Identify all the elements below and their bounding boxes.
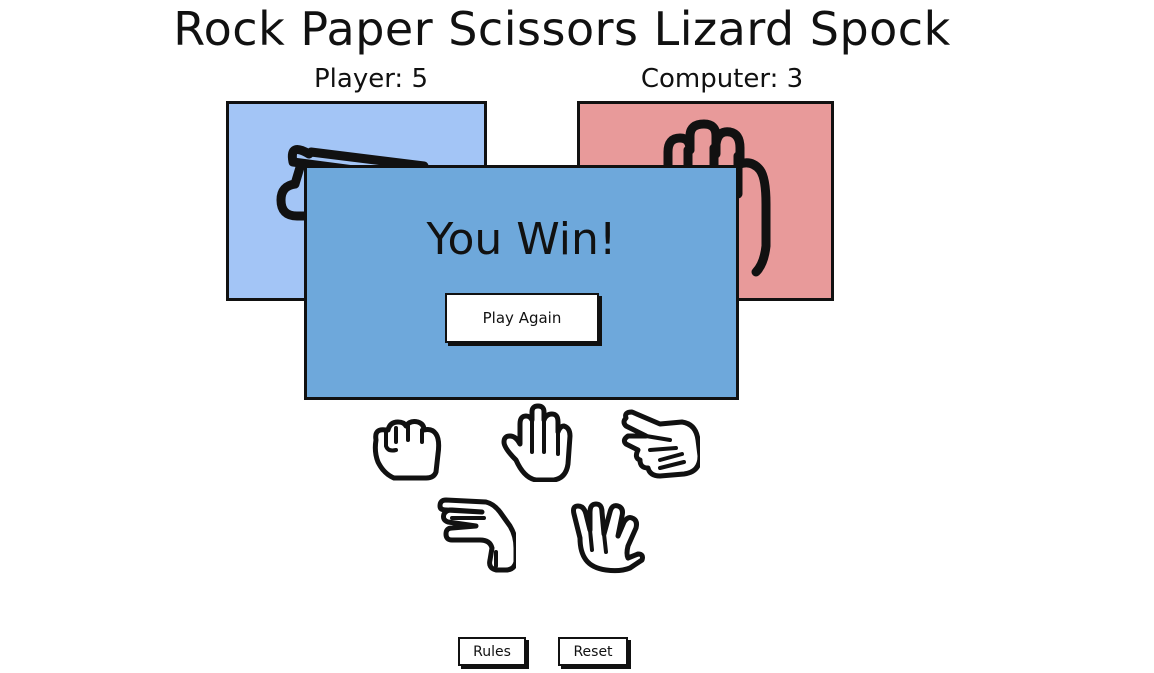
paper-hand-icon [501,403,573,482]
player-score: Player: 5 [313,64,429,94]
scissors-hand-icon [621,409,700,479]
choice-lizard[interactable] [436,496,516,576]
computer-score: Computer: 3 [640,64,804,94]
choice-scissors[interactable] [620,404,700,484]
result-message: You Win! [426,214,617,265]
result-dialog: You Win! Play Again [304,165,739,400]
choice-paper[interactable] [496,402,576,482]
play-again-button[interactable]: Play Again [445,293,599,343]
game-title: Rock Paper Scissors Lizard Spock [173,2,951,56]
rules-button[interactable]: Rules [458,637,526,666]
choice-rock[interactable] [366,410,446,490]
spock-hand-icon [571,501,645,574]
reset-button[interactable]: Reset [558,637,628,666]
rock-hand-icon [372,419,442,481]
lizard-hand-icon [437,497,516,573]
choice-spock[interactable] [566,498,646,578]
